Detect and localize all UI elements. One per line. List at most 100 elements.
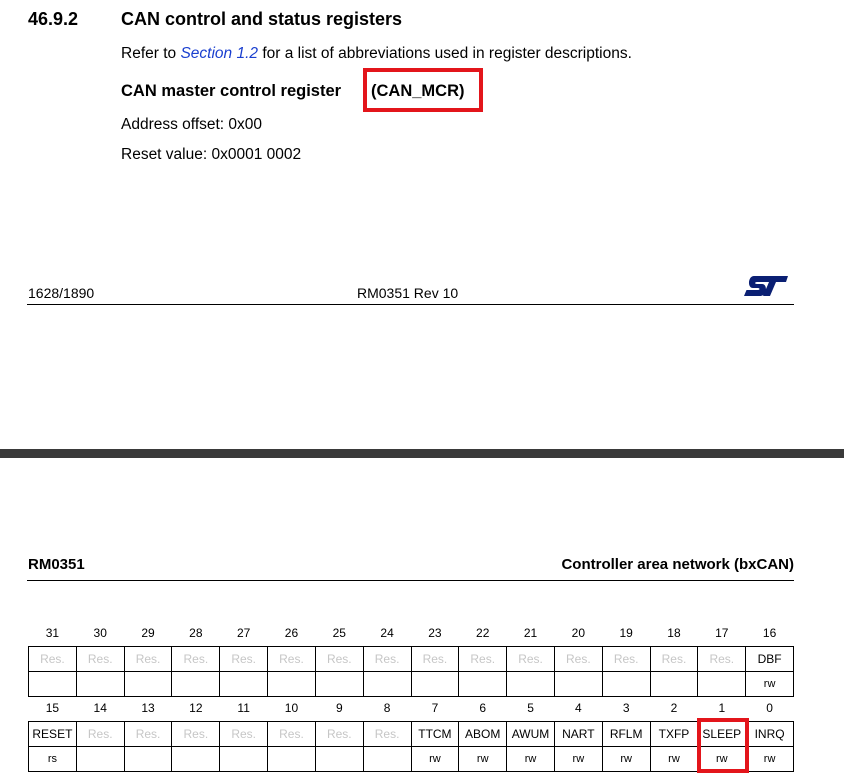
bit-access <box>219 746 269 772</box>
bit-number: 12 <box>189 701 203 715</box>
bit-name: RESET <box>28 721 77 747</box>
bit-number: 22 <box>476 626 490 640</box>
refer-suffix: for a list of abbreviations used in regi… <box>258 45 632 62</box>
register-title: CAN master control register <box>121 82 341 101</box>
bit-access: rw <box>506 746 555 772</box>
bit-access: rs <box>28 746 77 772</box>
bit-name: Res. <box>410 646 460 672</box>
bit-name: Res. <box>171 646 221 672</box>
bit-number: 2 <box>670 701 678 715</box>
running-header-right: Controller area network (bxCAN) <box>561 556 794 573</box>
bit-name: Res. <box>219 721 269 747</box>
bit-access <box>267 746 316 772</box>
bit-number: 24 <box>380 626 394 640</box>
bit-name: Res. <box>267 646 316 672</box>
bit-access <box>506 671 555 697</box>
bit-number: 21 <box>523 626 538 640</box>
bit-access <box>28 671 77 697</box>
section-title: CAN control and status registers <box>121 9 403 29</box>
register-code: (CAN_MCR) <box>371 82 465 100</box>
bit-name: Res. <box>458 646 508 672</box>
refer-prefix: Refer to <box>121 45 181 62</box>
bit-number: 30 <box>93 626 107 640</box>
bit-name: Res. <box>362 721 412 747</box>
bit-access <box>697 671 747 697</box>
bit-access <box>314 746 364 772</box>
bit-name: NART <box>553 721 603 747</box>
bit-name: Res. <box>314 646 364 672</box>
bit-access <box>267 671 316 697</box>
bit-name: RFLM <box>601 721 651 747</box>
bit-number: 28 <box>189 626 203 640</box>
bit-number: 18 <box>667 626 681 640</box>
bit-access <box>553 671 603 697</box>
bit-name: ABOM <box>458 721 508 747</box>
register-bits-31-16: 31 30 29 28 27 26 25 24 23 22 21 20 19 18 17 16 Res. Res… <box>28 620 794 697</box>
page-divider <box>0 449 844 458</box>
bit-access: rw <box>410 746 460 772</box>
section-link[interactable]: Section 1.2 <box>180 45 258 62</box>
bit-access <box>314 671 364 697</box>
bit-name: Res. <box>506 646 555 672</box>
bit-name: Res. <box>601 646 651 672</box>
header-rule <box>27 580 794 581</box>
bit-number: 6 <box>479 701 487 715</box>
running-header-left: RM0351 <box>28 556 85 573</box>
bit-number-row: 15 14 13 12 11 10 9 8 7 6 5 4 3 2 1 0 <box>29 695 794 722</box>
bit-name: Res. <box>553 646 603 672</box>
bit-name: Res. <box>697 646 747 672</box>
bit-number: 8 <box>383 701 391 715</box>
bit-access <box>458 671 508 697</box>
bit-access <box>123 746 173 772</box>
bit-name: DBF <box>745 646 794 672</box>
bit-number: 5 <box>527 701 534 715</box>
bit-name-row: RESET Res. Res. Res. Res. Res. Res. Res. TTCM ABO… <box>28 721 794 747</box>
bit-number: 29 <box>141 626 155 640</box>
bit-name: Res. <box>75 721 125 747</box>
bit-name: TTCM <box>410 721 460 747</box>
sleep-bit-highlight <box>697 718 749 773</box>
bit-name: Res. <box>314 721 364 747</box>
section-number: 46.9.2 <box>28 9 79 29</box>
st-logo-icon <box>744 276 788 296</box>
bit-number: 31 <box>45 626 60 640</box>
bit-access <box>171 746 221 772</box>
bit-number: 11 <box>237 701 250 715</box>
bit-number: 4 <box>575 701 582 715</box>
bit-name: Res. <box>28 646 77 672</box>
bit-name-row: Res. Res. Res. Res. Res. Res. Res. Res. Res. Res.… <box>28 646 794 672</box>
bit-access: rw <box>745 746 794 772</box>
bit-access <box>362 671 412 697</box>
address-offset: Address offset: 0x00 <box>121 116 263 133</box>
bit-access: rw <box>458 746 508 772</box>
bit-name: Res. <box>171 721 221 747</box>
bit-access <box>601 671 651 697</box>
footer-rule <box>27 304 794 305</box>
bit-name: AWUM <box>506 721 555 747</box>
bit-number: 0 <box>766 701 773 715</box>
bit-number: 25 <box>332 626 346 640</box>
bit-number: 26 <box>284 626 299 640</box>
bit-access: rw <box>553 746 603 772</box>
bit-name: INRQ <box>745 721 794 747</box>
bit-name: Res. <box>123 721 173 747</box>
bit-name: TXFP <box>649 721 699 747</box>
bit-number: 16 <box>762 626 777 640</box>
refer-paragraph: Refer to Section 1.2 for a list of abbre… <box>121 45 632 63</box>
bit-number-row: 31 30 29 28 27 26 25 24 23 22 21 20 19 18 17 16 <box>29 620 794 647</box>
bit-name: Res. <box>219 646 269 672</box>
page-number: 1628/1890 <box>28 285 95 301</box>
bit-access <box>75 671 125 697</box>
bit-access <box>649 671 699 697</box>
bit-access <box>123 671 173 697</box>
bit-access-row: rw <box>28 671 794 697</box>
bit-access <box>362 746 412 772</box>
bit-access: rw <box>601 746 651 772</box>
bit-number: 19 <box>619 626 633 640</box>
register-bits-15-0: 15 14 13 12 11 10 9 8 7 6 5 4 3 2 1 0 RESET Res. Res. Res.… <box>28 695 794 772</box>
bit-access <box>410 671 460 697</box>
bit-name: Res. <box>123 646 173 672</box>
bit-access: rw <box>745 671 794 697</box>
bit-access <box>75 746 125 772</box>
bit-name: Res. <box>75 646 125 672</box>
